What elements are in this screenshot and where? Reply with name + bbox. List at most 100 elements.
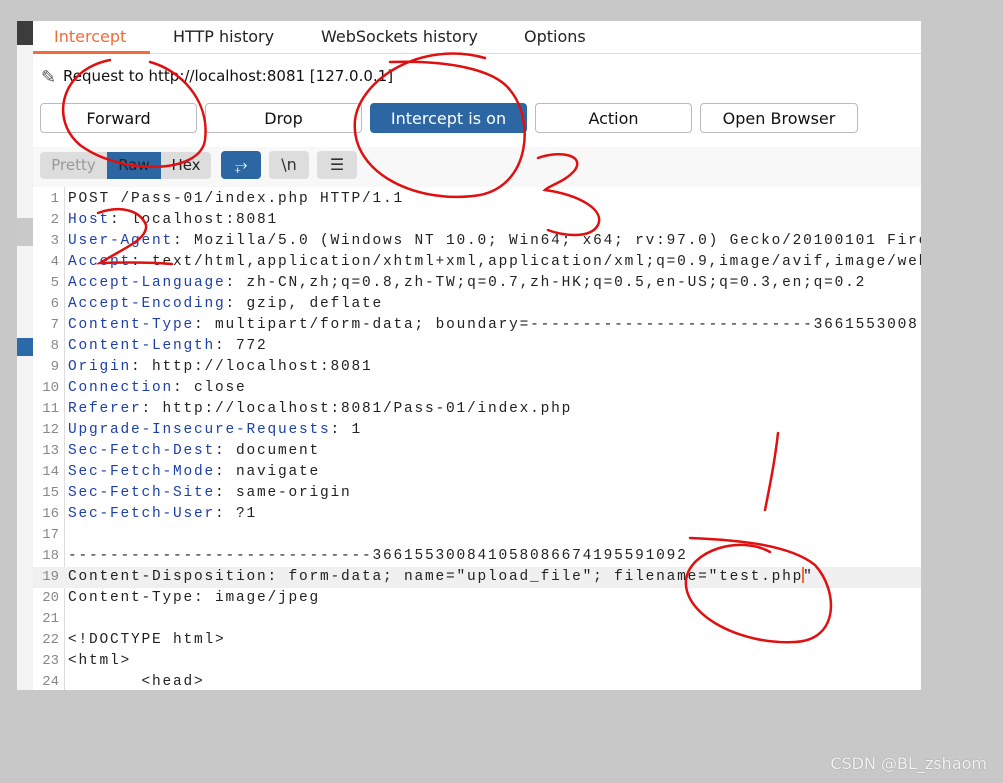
header-name: Host bbox=[68, 212, 111, 228]
header-value: Content-Type: image/jpeg bbox=[68, 590, 321, 606]
header-value: : 772 bbox=[215, 338, 268, 354]
pencil-icon[interactable]: ✎ bbox=[41, 67, 63, 88]
header-name: Sec-Fetch-Site bbox=[68, 485, 216, 501]
code-line: 9 Origin: http://localhost:8081 bbox=[33, 357, 921, 378]
code-line: 13 Sec-Fetch-Dest: document bbox=[33, 441, 921, 462]
intercept-toggle-button[interactable]: Intercept is on bbox=[370, 103, 527, 133]
code-line: 1 POST /Pass-01/index.php HTTP/1.1 bbox=[33, 189, 921, 210]
code-text: Content-Length: 772 bbox=[68, 336, 268, 357]
view-raw-tab[interactable]: Raw bbox=[107, 152, 161, 179]
header-value: <head> bbox=[68, 674, 205, 690]
line-number: 20 bbox=[42, 590, 59, 606]
code-line: 4 Accept: text/html,application/xhtml+xml… bbox=[33, 252, 921, 273]
line-number: 18 bbox=[42, 548, 59, 564]
line-number: 5 bbox=[50, 275, 59, 291]
view-pretty-tab[interactable]: Pretty bbox=[40, 152, 107, 179]
code-text: Sec-Fetch-User: ?1 bbox=[68, 504, 257, 525]
header-name: Accept-Encoding bbox=[68, 296, 226, 312]
line-number: 11 bbox=[42, 401, 59, 417]
line-number: 7 bbox=[50, 317, 59, 333]
code-text: <html> bbox=[68, 651, 131, 672]
code-text: Accept-Language: zh-CN,zh;q=0.8,zh-TW;q=… bbox=[68, 273, 866, 294]
line-number: 16 bbox=[42, 506, 59, 522]
watermark: CSDN @BL_zshaom bbox=[830, 754, 987, 773]
code-line: 22 <!DOCTYPE html> bbox=[33, 630, 921, 651]
header-value: <!DOCTYPE html> bbox=[68, 632, 226, 648]
line-number: 1 bbox=[50, 191, 59, 207]
code-line: 5 Accept-Language: zh-CN,zh;q=0.8,zh-TW;q… bbox=[33, 273, 921, 294]
header-name: Content-Length bbox=[68, 338, 216, 354]
code-text: Origin: http://localhost:8081 bbox=[68, 357, 373, 378]
header-value: : localhost:8081 bbox=[110, 212, 279, 228]
header-name: Referer bbox=[68, 401, 142, 417]
line-number: 3 bbox=[50, 233, 59, 249]
tab-websockets-history[interactable]: WebSockets history bbox=[321, 27, 478, 46]
request-info: ✎ Request to http://localhost:8081 [127.0… bbox=[41, 67, 393, 88]
code-line: 20 Content-Type: image/jpeg bbox=[33, 588, 921, 609]
code-line: 15 Sec-Fetch-Site: same-origin bbox=[33, 483, 921, 504]
drop-button[interactable]: Drop bbox=[205, 103, 362, 133]
strip-grey-block bbox=[17, 218, 33, 246]
code-line: 3 User-Agent: Mozilla/5.0 (Windows NT 10.… bbox=[33, 231, 921, 252]
active-tab-indicator bbox=[33, 51, 150, 54]
code-line: 2 Host: localhost:8081 bbox=[33, 210, 921, 231]
tab-intercept[interactable]: Intercept bbox=[54, 27, 126, 46]
code-text: Content-Type: multipart/form-data; bound… bbox=[68, 315, 919, 336]
header-name: Sec-Fetch-Mode bbox=[68, 464, 216, 480]
menu-icon[interactable]: ☰ bbox=[317, 151, 357, 179]
code-text: Referer: http://localhost:8081/Pass-01/i… bbox=[68, 399, 572, 420]
code-line: 21 bbox=[33, 609, 921, 630]
header-name: Sec-Fetch-Dest bbox=[68, 443, 216, 459]
code-line: 8 Content-Length: 772 bbox=[33, 336, 921, 357]
request-editor[interactable]: 1 POST /Pass-01/index.php HTTP/1.1 2 Host: … bbox=[33, 187, 921, 690]
code-text: Accept: text/html,application/xhtml+xml,… bbox=[68, 252, 921, 273]
code-line: 10 Connection: close bbox=[33, 378, 921, 399]
header-value: : ?1 bbox=[215, 506, 258, 522]
header-name: User-Agent bbox=[68, 233, 174, 249]
code-line: 19 Content-Disposition: form-data; name="… bbox=[33, 567, 921, 588]
code-text: POST /Pass-01/index.php HTTP/1.1 bbox=[68, 189, 404, 210]
code-text: User-Agent: Mozilla/5.0 (Windows NT 10.0… bbox=[68, 231, 921, 252]
code-text: Sec-Fetch-Dest: document bbox=[68, 441, 320, 462]
line-number: 24 bbox=[42, 674, 59, 690]
code-line: 11 Referer: http://localhost:8081/Pass-01… bbox=[33, 399, 921, 420]
code-line: 24 <head> bbox=[33, 672, 921, 690]
header-name: Upgrade-Insecure-Requests bbox=[68, 422, 331, 438]
code-line: 7 Content-Type: multipart/form-data; boun… bbox=[33, 315, 921, 336]
line-number: 19 bbox=[42, 569, 59, 585]
header-name: Accept-Language bbox=[68, 275, 226, 291]
newline-toggle-button[interactable]: \n bbox=[269, 151, 309, 179]
wrap-icon[interactable]: ⥅ bbox=[221, 151, 261, 179]
code-text: Accept-Encoding: gzip, deflate bbox=[68, 294, 383, 315]
code-line: 16 Sec-Fetch-User: ?1 bbox=[33, 504, 921, 525]
tab-http-history[interactable]: HTTP history bbox=[173, 27, 274, 46]
open-browser-button[interactable]: Open Browser bbox=[700, 103, 858, 133]
line-number: 10 bbox=[42, 380, 59, 396]
intercept-panel: Intercept HTTP history WebSockets histor… bbox=[33, 21, 921, 690]
code-line: 23 <html> bbox=[33, 651, 921, 672]
line-number: 4 bbox=[50, 254, 59, 270]
tab-options[interactable]: Options bbox=[524, 27, 586, 46]
forward-button[interactable]: Forward bbox=[40, 103, 197, 133]
header-value: : http://localhost:8081 bbox=[131, 359, 373, 375]
code-text: <head> bbox=[68, 672, 205, 690]
line-number: 21 bbox=[42, 611, 59, 627]
header-value: : same-origin bbox=[215, 485, 352, 501]
header-value: : 1 bbox=[330, 422, 363, 438]
header-name: Content-Type bbox=[68, 317, 195, 333]
action-button[interactable]: Action bbox=[535, 103, 692, 133]
code-text: Sec-Fetch-Mode: navigate bbox=[68, 462, 320, 483]
header-value: : document bbox=[215, 443, 321, 459]
header-value: : text/html,application/xhtml+xml,applic… bbox=[131, 254, 921, 270]
background-window-strip bbox=[17, 21, 34, 690]
header-value: : Mozilla/5.0 (Windows NT 10.0; Win64; x… bbox=[173, 233, 921, 249]
view-hex-tab[interactable]: Hex bbox=[161, 152, 211, 179]
code-line: 14 Sec-Fetch-Mode: navigate bbox=[33, 462, 921, 483]
header-name: Accept bbox=[68, 254, 132, 270]
code-text: <!DOCTYPE html> bbox=[68, 630, 226, 651]
code-line: 18 -----------------------------366155300… bbox=[33, 546, 921, 567]
line-number: 2 bbox=[50, 212, 59, 228]
line-number: 23 bbox=[42, 653, 59, 669]
line-number: 22 bbox=[42, 632, 59, 648]
header-value: : http://localhost:8081/Pass-01/index.ph… bbox=[141, 401, 573, 417]
